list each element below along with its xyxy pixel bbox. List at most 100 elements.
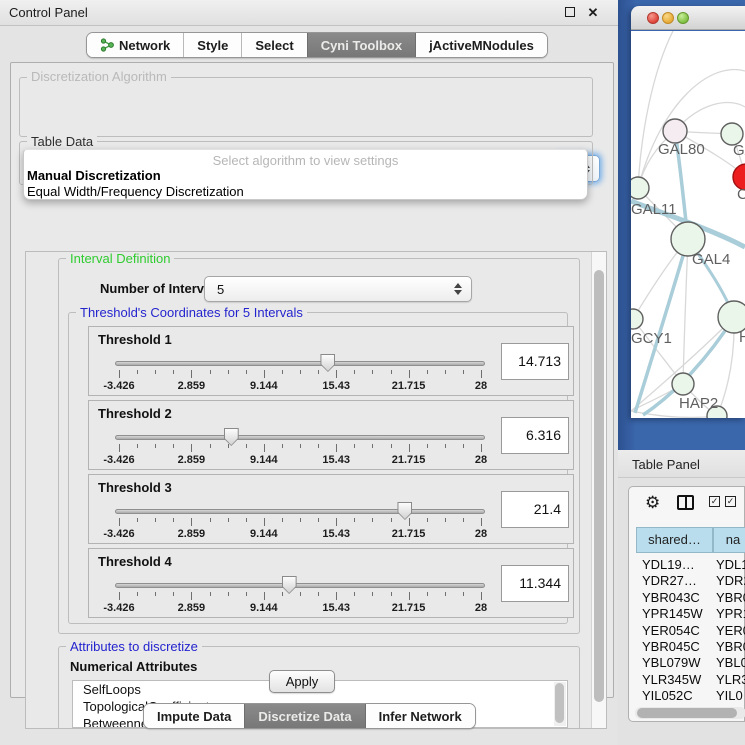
tick-mark [282,592,283,596]
tick-mark [409,370,410,378]
tick-mark [264,518,265,526]
tab-style[interactable]: Style [183,33,241,57]
tick-mark [210,370,211,374]
scale-label: 9.144 [250,454,278,466]
threshold-slider[interactable]: -3.4262.8599.14415.4321.71528 [115,354,485,394]
threshold-slider[interactable]: -3.4262.8599.14415.4321.71528 [115,502,485,542]
tab-impute-data[interactable]: Impute Data [144,704,244,728]
table-row-cell[interactable]: YLR345W [642,672,712,687]
threshold-value-box[interactable]: 6.316 [501,417,569,454]
table-row-cell[interactable]: YBL0 [716,655,745,670]
tick-mark [300,370,301,374]
tick-mark [173,518,174,522]
tick-mark [318,592,319,596]
table-row-cell[interactable]: YBR043C [642,590,712,605]
tick-mark [445,444,446,448]
tick-mark [481,444,482,452]
table-horizontal-scrollbar[interactable] [635,707,745,719]
table-row-cell[interactable]: YBR0 [716,639,745,654]
dropdown-option-manual[interactable]: Manual Discretization [27,168,161,183]
scale-label: 15.43 [322,528,350,540]
table-row-cell[interactable]: YBR0 [716,590,745,605]
number-of-intervals-combobox[interactable]: 5 [204,276,472,302]
tick-mark [409,444,410,452]
scale-label: 21.715 [392,380,426,392]
table-row-cell[interactable]: YPR1 [716,606,745,621]
slider-track [115,435,485,440]
close-icon[interactable]: ✕ [586,6,600,20]
tab-label: Discretize Data [258,709,351,724]
tick-mark [155,592,156,596]
split-view-icon[interactable] [677,495,694,510]
tab-jactivemnodules[interactable]: jActiveMNodules [415,33,547,57]
tick-mark [137,592,138,596]
table-row-cell[interactable]: YLR3 [716,672,745,687]
table-row-cell[interactable]: YBR045C [642,639,712,654]
tick-mark [391,444,392,448]
threshold-value-box[interactable]: 11.344 [501,565,569,602]
table-column-header-shared[interactable]: shared… [636,527,713,553]
attributes-list-scrollbar[interactable] [554,682,566,726]
tick-mark [481,592,482,600]
network-node[interactable] [663,119,687,143]
table-row-cell[interactable]: YDL1 [716,557,745,572]
slider-scale-labels: -3.4262.8599.14415.4321.71528 [115,380,485,393]
table-row-cell[interactable]: YIL052C [642,688,712,703]
threshold-panel: Threshold 4-3.4262.8599.14415.4321.71528… [88,548,574,618]
network-node-label: GAL11 [631,201,677,218]
network-node[interactable] [631,177,649,199]
network-node[interactable] [672,373,694,395]
slider-thumb-face [321,355,334,371]
slider-thumb-face [283,577,296,593]
tick-mark [463,592,464,596]
threshold-slider[interactable]: -3.4262.8599.14415.4321.71528 [115,428,485,468]
slider-ticks [115,370,485,379]
checkbox-icon[interactable]: ✓ [709,496,720,507]
tab-discretize-data[interactable]: Discretize Data [244,704,364,728]
network-node-label: GAL80 [658,141,705,158]
slider-track [115,509,485,514]
tab-infer-network[interactable]: Infer Network [365,704,475,728]
tick-mark [445,370,446,374]
tick-mark [409,518,410,526]
table-row-cell[interactable]: YPR145W [642,606,712,621]
numerical-attributes-label: Numerical Attributes [70,659,197,674]
node-attribute-table[interactable]: shared… na YDL19… YDL1 YDR27… YDR2 YBR043C YB… [636,527,745,705]
threshold-value-box[interactable]: 21.4 [501,491,569,528]
tick-mark [210,592,211,596]
table-row-cell[interactable]: YER0 [716,623,745,638]
close-traffic-light-icon[interactable] [647,12,659,24]
tab-select[interactable]: Select [241,33,306,57]
tab-network[interactable]: Network [87,33,183,57]
settings-vertical-scrollbar[interactable] [591,252,606,728]
tick-mark [119,518,120,526]
apply-button[interactable]: Apply [269,670,335,693]
zoom-traffic-light-icon[interactable] [677,12,689,24]
gear-icon[interactable]: ⚙ [645,493,660,513]
table-row-cell[interactable]: YER054C [642,623,712,638]
network-canvas[interactable]: GAL80GACGAL11GAL4GCY1HHAP2 [631,31,745,418]
table-column-header-name[interactable]: na [713,527,745,553]
tick-mark [137,444,138,448]
table-row-cell[interactable]: YDR27… [642,573,712,588]
dropdown-option-equal-width[interactable]: Equal Width/Frequency Discretization [27,184,244,199]
checkbox-icon[interactable]: ✓ [725,496,736,507]
tick-mark [445,592,446,596]
tick-mark [137,518,138,522]
threshold-slider[interactable]: -3.4262.8599.14415.4321.71528 [115,576,485,616]
network-node-label: C [737,186,745,203]
table-row-cell[interactable]: YDL19… [642,557,712,572]
tick-mark [409,592,410,600]
tab-cyni-toolbox[interactable]: Cyni Toolbox [307,33,415,57]
float-window-icon[interactable] [563,6,577,20]
tick-mark [191,370,192,378]
threshold-value-box[interactable]: 14.713 [501,343,569,380]
tick-mark [445,518,446,522]
table-row-cell[interactable]: YDR2 [716,573,745,588]
table-row-cell[interactable]: YIL0 [716,688,745,703]
tick-mark [173,370,174,374]
table-row-cell[interactable]: YBL079W [642,655,712,670]
minimize-traffic-light-icon[interactable] [662,12,674,24]
network-node[interactable] [631,309,643,329]
network-edge [633,319,683,384]
